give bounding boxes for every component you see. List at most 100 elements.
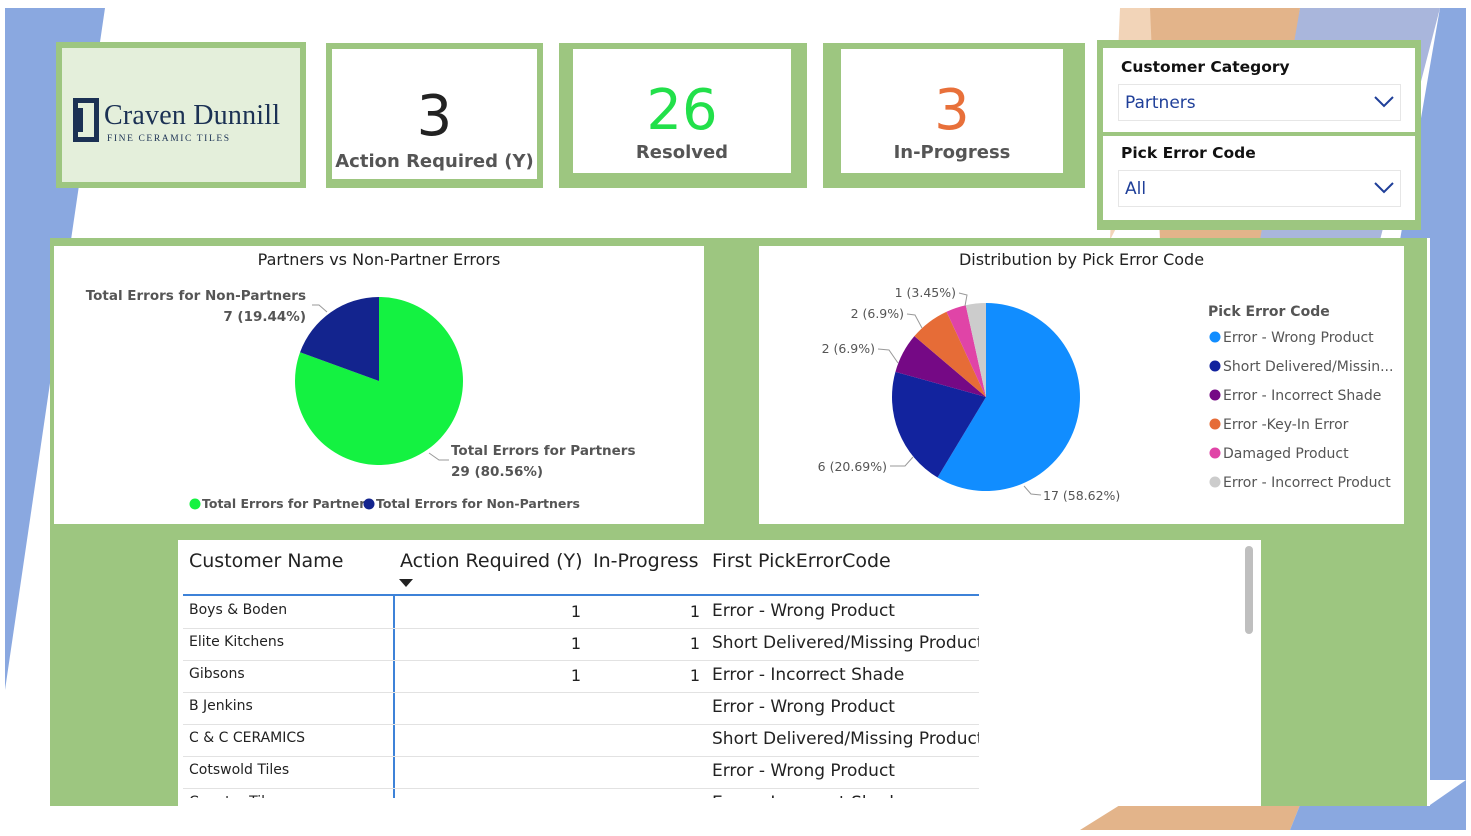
cell-action-required: 1 xyxy=(570,666,581,685)
legend-item[interactable]: Short Delivered/Missin... xyxy=(1223,359,1393,375)
brand-tagline: FINE CERAMIC TILES xyxy=(107,134,231,144)
slicer-pick-error-code-title: Pick Error Code xyxy=(1121,144,1256,162)
pie2-leader-line xyxy=(1023,485,1042,496)
pie2-data-label: 1 (3.45%) xyxy=(895,285,956,300)
pie2-leader-line xyxy=(877,348,899,364)
sort-descending-icon[interactable] xyxy=(398,578,414,588)
pie2-data-label: 2 (6.9%) xyxy=(822,341,875,356)
pie1-leader-line xyxy=(312,304,328,313)
slicer-pick-error-code: Pick Error Code All xyxy=(1103,136,1415,220)
cell-action-required: 1 xyxy=(570,634,581,653)
chart-partners-vs-non-partners: Partners vs Non-Partner Errors Total Err… xyxy=(54,246,704,524)
table-row[interactable]: C & C CERAMICS Short Delivered/Missing Pr… xyxy=(183,726,979,758)
cell-customer-name: B Jenkins xyxy=(189,698,253,714)
col-header-action-required[interactable]: Action Required (Y) xyxy=(400,550,583,572)
legend-marker xyxy=(1209,331,1221,343)
cell-first-pick-error-code: Short Delivered/Missing Product xyxy=(712,633,979,653)
kpi-card-action-required: 3 Action Required (Y) xyxy=(326,43,543,188)
cell-first-pick-error-code: Error - Incorrect Shade xyxy=(712,665,905,685)
slicer-customer-category: Customer Category Partners xyxy=(1103,48,1415,132)
kpi-in-progress-label: In-Progress xyxy=(893,142,1011,163)
legend-marker xyxy=(1209,418,1221,430)
pie1-data-label-name: Total Errors for Non-Partners xyxy=(86,288,306,304)
chevron-down-icon xyxy=(1374,96,1394,108)
pie2-leader-line xyxy=(906,313,923,329)
legend-item[interactable]: Total Errors for Partners xyxy=(202,496,373,511)
legend-item[interactable]: Total Errors for Non-Partners xyxy=(376,496,580,511)
cell-in-progress: 1 xyxy=(689,634,700,653)
legend-marker xyxy=(1209,360,1221,372)
cell-first-pick-error-code: Error - Wrong Product xyxy=(712,697,895,717)
pie1-data-label-value: 29 (80.56%) xyxy=(451,464,543,480)
customer-category-value: Partners xyxy=(1125,93,1196,113)
legend-item[interactable]: Error - Incorrect Shade xyxy=(1223,388,1381,404)
kpi-action-required-label: Action Required (Y) xyxy=(335,151,534,172)
legend-marker xyxy=(1209,389,1221,401)
panel-edge xyxy=(1427,238,1430,806)
cell-first-pick-error-code: Error - Wrong Product xyxy=(712,601,895,621)
table-row[interactable]: B Jenkins Error - Wrong Product xyxy=(183,694,979,726)
legend-marker xyxy=(1209,476,1221,488)
slicer-panel: Customer Category Partners Pick Error Co… xyxy=(1097,40,1421,230)
kpi-card-resolved: 26 Resolved xyxy=(559,43,807,188)
slicer-customer-category-title: Customer Category xyxy=(1121,58,1290,76)
pick-error-code-dropdown[interactable]: All xyxy=(1118,170,1401,207)
legend-item[interactable]: Error - Wrong Product xyxy=(1223,330,1374,346)
row-divider xyxy=(183,692,979,693)
chevron-down-icon xyxy=(1374,182,1394,194)
cell-first-pick-error-code: Short Delivered/Missing Product xyxy=(712,729,979,749)
cell-customer-name: Elite Kitchens xyxy=(189,634,285,650)
table-header-underline xyxy=(183,594,979,596)
kpi-resolved-value: 26 xyxy=(646,78,718,143)
legend-item[interactable]: Error - Incorrect Product xyxy=(1223,475,1391,491)
cell-customer-name: Boys & Boden xyxy=(189,602,288,618)
legend-marker xyxy=(1209,447,1221,459)
pie1-leader-line xyxy=(428,452,449,461)
legend-marker xyxy=(189,498,201,510)
pie2-data-label: 6 (20.69%) xyxy=(818,459,887,474)
table-row[interactable]: Boys & Boden 1 1 Error - Wrong Product xyxy=(183,598,979,630)
pie2-legend-title: Pick Error Code xyxy=(1208,304,1330,320)
cell-first-pick-error-code: Error - Incorrect Shade xyxy=(712,793,904,798)
cell-in-progress: 1 xyxy=(689,602,700,621)
cell-customer-name: C & C CERAMICS xyxy=(189,730,306,746)
pie1-data-label-name: Total Errors for Partners xyxy=(451,443,636,459)
row-divider xyxy=(183,628,979,629)
col-header-first-pick-error-code[interactable]: First PickErrorCode xyxy=(712,550,891,572)
brand-name: Craven Dunnill xyxy=(104,100,281,131)
pie2-leader-line xyxy=(958,292,968,307)
table-row[interactable]: Cotswold Tiles Error - Wrong Product xyxy=(183,758,979,790)
col-header-customer-name[interactable]: Customer Name xyxy=(189,550,343,572)
cell-in-progress: 1 xyxy=(689,666,700,685)
logo-card: Craven Dunnill FINE CERAMIC TILES xyxy=(56,42,306,188)
row-divider xyxy=(183,724,979,725)
customer-category-dropdown[interactable]: Partners xyxy=(1118,84,1401,121)
pick-error-code-value: All xyxy=(1125,179,1147,199)
col-header-in-progress[interactable]: In-Progress xyxy=(593,550,699,572)
pie2-data-label: 17 (58.62%) xyxy=(1043,488,1120,503)
cell-first-pick-error-code: Error - Wrong Product xyxy=(712,761,895,781)
kpi-in-progress-value: 3 xyxy=(934,78,970,143)
cell-customer-name: Cotswold Tiles xyxy=(189,762,290,778)
chart-pick-error-distribution: Distribution by Pick Error Code 17 (58.6… xyxy=(759,246,1404,524)
row-divider xyxy=(183,660,979,661)
pie2-data-label: 2 (6.9%) xyxy=(851,306,904,321)
cell-customer-name: Gibsons xyxy=(189,666,245,682)
table-scrollbar[interactable] xyxy=(1245,546,1253,634)
cell-action-required: 1 xyxy=(570,602,581,621)
logo-mark-icon xyxy=(73,98,99,142)
chart2-plot: 17 (58.62%) 6 (20.69%) 2 (6.9%) 2 (6.9%) 1 (… xyxy=(818,285,1394,503)
legend-marker xyxy=(363,498,375,510)
cell-customer-name: Country Tiles xyxy=(189,794,281,798)
row-divider xyxy=(183,756,979,757)
pie1-data-label-value: 7 (19.44%) xyxy=(223,309,306,325)
legend-item[interactable]: Damaged Product xyxy=(1223,446,1349,462)
table-row[interactable]: Country Tiles Error - Incorrect Shade xyxy=(183,790,979,798)
table-row[interactable]: Gibsons 1 1 Error - Incorrect Shade xyxy=(183,662,979,694)
legend-item[interactable]: Error -Key-In Error xyxy=(1223,417,1349,433)
chart1-plot: Total Errors for Partners 29 (80.56%) Tota… xyxy=(86,288,636,511)
kpi-card-in-progress: 3 In-Progress xyxy=(823,43,1085,188)
table-row[interactable]: Elite Kitchens 1 1 Short Delivered/Missing … xyxy=(183,630,979,662)
pie2-leader-line xyxy=(890,456,914,467)
kpi-resolved-label: Resolved xyxy=(635,142,729,163)
